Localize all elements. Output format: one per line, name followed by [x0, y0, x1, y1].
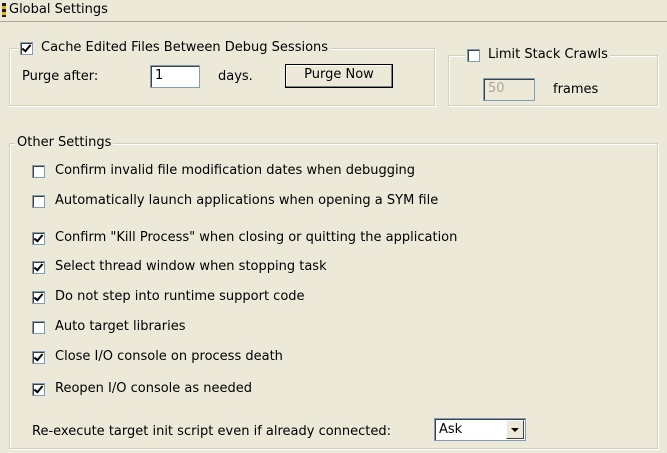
title-bar: Global Settings: [0, 0, 667, 22]
setting-label: Select thread window when stopping task: [55, 259, 327, 274]
setting-label: Automatically launch applications when o…: [55, 193, 439, 208]
chevron-down-icon[interactable]: [506, 420, 524, 439]
other-settings-title-text: Other Settings: [17, 135, 112, 150]
checkbox-icon[interactable]: [32, 320, 45, 334]
purge-days-input[interactable]: 1: [150, 65, 200, 88]
settings-panel-icon: [2, 3, 6, 17]
reexecute-select-value: Ask: [439, 422, 463, 437]
purge-after-label: Purge after:: [22, 69, 99, 84]
setting-row[interactable]: Close I/O console on process death: [32, 349, 283, 365]
setting-row[interactable]: Reopen I/O console as needed: [32, 381, 252, 397]
setting-row[interactable]: Confirm invalid file modification dates …: [32, 163, 415, 179]
cache-checkbox-label: Cache Edited Files Between Debug Session…: [41, 40, 329, 55]
setting-label: Auto target libraries: [55, 319, 186, 334]
checkbox-icon[interactable]: [32, 231, 45, 245]
cache-edited-files-checkbox[interactable]: Cache Edited Files Between Debug Session…: [18, 40, 331, 56]
setting-row[interactable]: Select thread window when stopping task: [32, 259, 327, 275]
setting-row[interactable]: Automatically launch applications when o…: [32, 193, 438, 209]
checkbox-icon[interactable]: [32, 290, 45, 304]
stack-checkbox-label: Limit Stack Crawls: [488, 47, 608, 62]
limit-stack-crawls-checkbox[interactable]: Limit Stack Crawls: [465, 47, 610, 63]
panel-title: Global Settings: [9, 2, 108, 17]
stack-checkbox-icon[interactable]: [467, 48, 480, 62]
days-label: days.: [218, 69, 253, 84]
setting-label: Close I/O console on process death: [55, 349, 283, 364]
checkbox-icon[interactable]: [32, 382, 45, 396]
checkbox-icon[interactable]: [32, 194, 45, 208]
setting-row[interactable]: Auto target libraries: [32, 319, 186, 335]
setting-label: Reopen I/O console as needed: [55, 381, 253, 396]
reexecute-select[interactable]: Ask: [434, 418, 526, 441]
frames-label: frames: [553, 82, 599, 97]
reexecute-label: Re-execute target init script even if al…: [32, 424, 392, 439]
checkbox-icon[interactable]: [32, 260, 45, 274]
checkbox-icon[interactable]: [32, 350, 45, 364]
other-settings-title: Other Settings: [15, 135, 114, 151]
purge-now-button[interactable]: Purge Now: [285, 64, 393, 88]
global-settings-panel: Global Settings Cache Edited Files Betwe…: [0, 0, 667, 453]
setting-label: Confirm invalid file modification dates …: [55, 163, 416, 178]
setting-row[interactable]: Do not step into runtime support code: [32, 289, 305, 305]
checkbox-icon[interactable]: [32, 164, 45, 178]
setting-label: Do not step into runtime support code: [55, 289, 305, 304]
stack-frames-input[interactable]: 50: [483, 78, 535, 101]
cache-checkbox-icon[interactable]: [20, 41, 33, 55]
setting-label: Confirm "Kill Process" when closing or q…: [55, 230, 458, 245]
setting-row[interactable]: Confirm "Kill Process" when closing or q…: [32, 230, 457, 246]
